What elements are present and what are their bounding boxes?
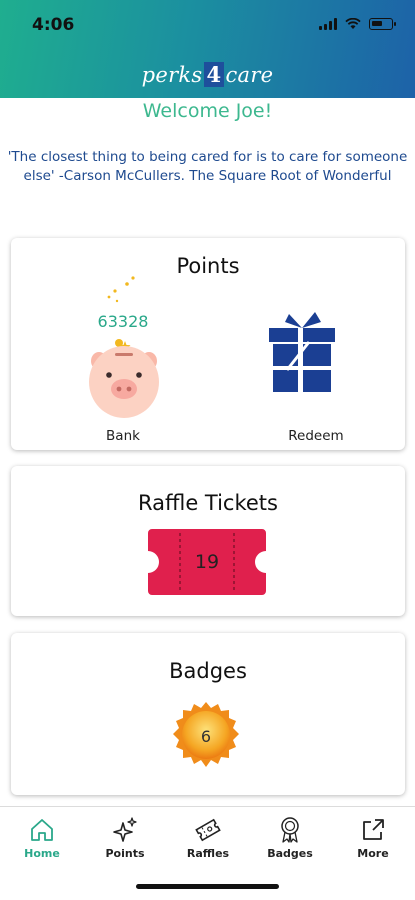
welcome-message: Welcome Joe! [142,100,273,122]
bank-label: Bank [106,428,140,444]
points-title: Points [176,254,240,278]
badge-count: 6 [200,727,212,746]
raffle-ticket-count: 19 [194,551,220,573]
tab-badges-label: Badges [267,847,313,860]
tab-more-label: More [357,847,389,860]
external-link-icon [363,819,384,840]
logo-text-four: 4 [203,62,225,87]
tab-raffles-label: Raffles [186,847,230,860]
points-card[interactable]: Points 63328 Bank Redeem [11,238,405,450]
status-icons [319,18,396,30]
tab-badges[interactable]: Badges [250,817,330,860]
coin-stars-icon [107,276,135,303]
bank-button[interactable]: 63328 Bank [73,276,183,445]
brand-logo: perks 4 care [0,62,415,87]
piggy-bank-icon [89,339,159,418]
tab-points[interactable]: Points [85,817,165,860]
redeem-label: Redeem [288,428,344,444]
logo-text-perks: perks [141,63,203,87]
gift-icon [269,312,335,392]
cellular-signal-icon [319,18,337,30]
badge-medal[interactable]: 6 [171,701,241,771]
logo-text-care: care [225,63,274,87]
home-icon [31,819,53,841]
raffle-title: Raffle Tickets [138,491,278,515]
points-balance: 63328 [97,312,149,331]
tab-points-label: Points [105,847,145,860]
badges-title: Badges [169,659,247,683]
inspirational-quote: 'The closest thing to being cared for is… [7,149,408,184]
redeem-button[interactable]: Redeem [261,308,371,445]
tab-more[interactable]: More [333,817,413,860]
badges-card[interactable]: Badges 6 [11,633,405,795]
home-indicator[interactable] [136,884,279,889]
tab-raffles[interactable]: Raffles [168,817,248,860]
badge-icon [281,817,299,843]
wifi-icon [345,18,361,29]
status-time: 4:06 [32,15,75,35]
battery-icon [369,18,396,30]
ticket-outline-icon [195,818,221,842]
raffle-ticket[interactable]: 19 [148,529,266,595]
tab-home-label: Home [24,847,60,860]
tab-home[interactable]: Home [2,817,82,860]
raffle-tickets-card[interactable]: Raffle Tickets 19 [11,466,405,616]
app-header: 4:06 perks 4 care [0,0,415,98]
sparkles-icon [113,817,137,842]
